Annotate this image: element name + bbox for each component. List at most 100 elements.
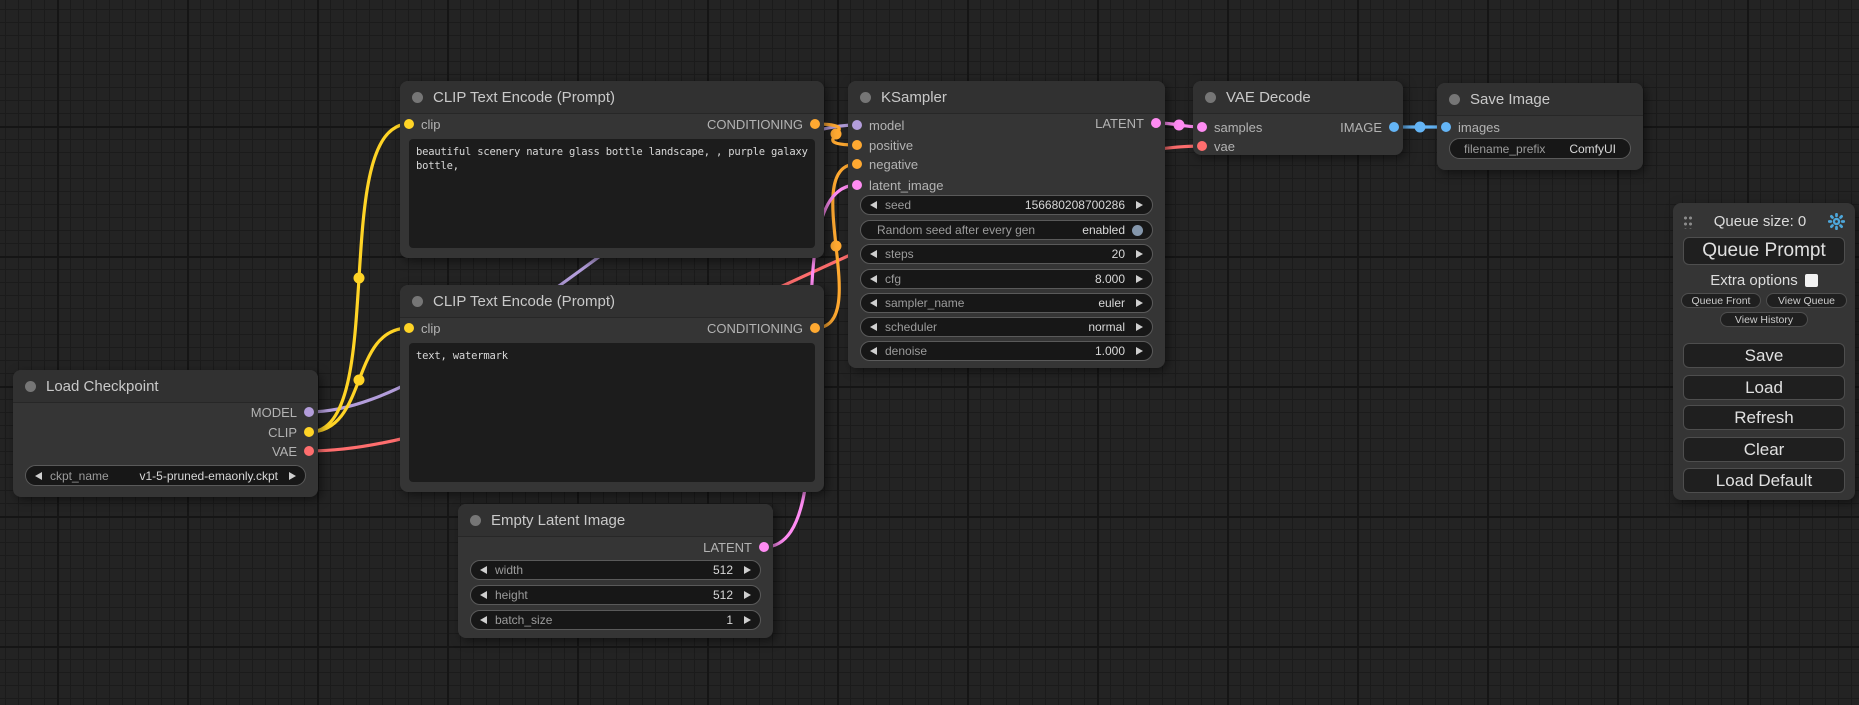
node-clip-text-encode-positive[interactable]: CLIP Text Encode (Prompt) clip CONDITION… [400,81,824,258]
increment-arrow-icon[interactable] [1136,201,1143,209]
decrement-arrow-icon[interactable] [870,201,877,209]
negative-prompt-textarea[interactable]: text, watermark [409,343,815,482]
batch-size-widget[interactable]: batch_size 1 [470,610,761,630]
view-queue-button[interactable]: View Queue [1766,293,1847,308]
load-button[interactable]: Load [1683,375,1845,400]
increment-arrow-icon[interactable] [1136,275,1143,283]
toggle-dot-icon[interactable] [1132,225,1143,236]
decrement-arrow-icon[interactable] [870,275,877,283]
node-ksampler[interactable]: KSampler model positive negative latent_… [848,81,1165,368]
conditioning-port-dot-icon[interactable] [810,323,820,333]
increment-arrow-icon[interactable] [744,566,751,574]
node-title-bar[interactable]: Save Image [1437,83,1643,116]
increment-arrow-icon[interactable] [289,472,296,480]
queue-panel[interactable]: Queue size: 0 Queue Prompt Extra options… [1673,203,1855,500]
increment-arrow-icon[interactable] [1136,250,1143,258]
node-load-checkpoint[interactable]: Load Checkpoint MODEL CLIP VAE ckpt_name… [13,370,318,497]
save-button[interactable]: Save [1683,343,1845,368]
positive-prompt-textarea[interactable]: beautiful scenery nature glass bottle la… [409,139,815,248]
collapse-dot-icon[interactable] [412,296,423,307]
queue-front-button[interactable]: Queue Front [1681,293,1761,308]
extra-options-checkbox[interactable] [1805,274,1818,287]
model-output-port[interactable]: MODEL [251,402,318,422]
decrement-arrow-icon[interactable] [870,250,877,258]
collapse-dot-icon[interactable] [1205,92,1216,103]
increment-arrow-icon[interactable] [1136,347,1143,355]
model-input-port[interactable]: model [848,115,904,135]
conditioning-port-dot-icon[interactable] [810,119,820,129]
seed-widget[interactable]: seed 156680208700286 [860,195,1153,215]
collapse-dot-icon[interactable] [25,381,36,392]
conditioning-output-port[interactable]: CONDITIONING [707,318,824,338]
vae-input-port[interactable]: vae [1193,136,1235,156]
positive-input-port[interactable]: positive [848,135,913,155]
refresh-button[interactable]: Refresh [1683,405,1845,430]
decrement-arrow-icon[interactable] [480,591,487,599]
scheduler-widget[interactable]: scheduler normal [860,317,1153,337]
decrement-arrow-icon[interactable] [480,616,487,624]
decrement-arrow-icon[interactable] [870,347,877,355]
increment-arrow-icon[interactable] [744,591,751,599]
view-history-button[interactable]: View History [1720,312,1808,327]
increment-arrow-icon[interactable] [1136,299,1143,307]
node-title-bar[interactable]: Empty Latent Image [458,504,773,537]
conditioning-output-port[interactable]: CONDITIONING [707,114,824,134]
node-empty-latent-image[interactable]: Empty Latent Image LATENT width 512 heig… [458,504,773,638]
node-title-bar[interactable]: CLIP Text Encode (Prompt) [400,285,824,318]
vae-port-dot-icon[interactable] [304,446,314,456]
filename-prefix-widget[interactable]: filename_prefix ComfyUI [1449,138,1631,159]
node-title-bar[interactable]: Load Checkpoint [13,370,318,403]
queue-prompt-button[interactable]: Queue Prompt [1683,237,1845,265]
height-widget[interactable]: height 512 [470,585,761,605]
collapse-dot-icon[interactable] [470,515,481,526]
random-seed-toggle-widget[interactable]: Random seed after every gen enabled [860,220,1153,240]
clip-input-port[interactable]: clip [400,114,441,134]
cfg-widget[interactable]: cfg 8.000 [860,269,1153,289]
clip-port-dot-icon[interactable] [304,427,314,437]
conditioning-port-dot-icon[interactable] [852,159,862,169]
steps-widget[interactable]: steps 20 [860,244,1153,264]
samples-input-port[interactable]: samples [1193,117,1262,137]
clip-output-port[interactable]: CLIP [268,422,318,442]
image-port-dot-icon[interactable] [1389,122,1399,132]
latent-port-dot-icon[interactable] [1151,118,1161,128]
decrement-arrow-icon[interactable] [870,299,877,307]
node-title-bar[interactable]: VAE Decode [1193,81,1403,114]
latent-image-input-port[interactable]: latent_image [848,175,943,195]
settings-gear-icon[interactable] [1828,213,1845,230]
node-title-bar[interactable]: CLIP Text Encode (Prompt) [400,81,824,114]
latent-output-port[interactable]: LATENT [1095,113,1165,133]
node-title-bar[interactable]: KSampler [848,81,1165,114]
node-vae-decode[interactable]: VAE Decode samples vae IMAGE [1193,81,1403,155]
ckpt-name-widget[interactable]: ckpt_name v1-5-pruned-emaonly.ckpt [25,465,306,486]
latent-output-port[interactable]: LATENT [703,537,773,557]
latent-port-dot-icon[interactable] [1197,122,1207,132]
model-port-dot-icon[interactable] [852,120,862,130]
images-input-port[interactable]: images [1437,117,1500,137]
latent-port-dot-icon[interactable] [852,180,862,190]
collapse-dot-icon[interactable] [860,92,871,103]
drag-handle-icon[interactable] [1683,214,1692,229]
clip-input-port[interactable]: clip [400,318,441,338]
vae-port-dot-icon[interactable] [1197,141,1207,151]
conditioning-port-dot-icon[interactable] [852,140,862,150]
node-save-image[interactable]: Save Image images filename_prefix ComfyU… [1437,83,1643,170]
increment-arrow-icon[interactable] [1136,323,1143,331]
width-widget[interactable]: width 512 [470,560,761,580]
negative-input-port[interactable]: negative [848,154,918,174]
decrement-arrow-icon[interactable] [35,472,42,480]
image-output-port[interactable]: IMAGE [1340,117,1403,137]
collapse-dot-icon[interactable] [1449,94,1460,105]
image-port-dot-icon[interactable] [1441,122,1451,132]
node-clip-text-encode-negative[interactable]: CLIP Text Encode (Prompt) clip CONDITION… [400,285,824,492]
clip-port-dot-icon[interactable] [404,323,414,333]
model-port-dot-icon[interactable] [304,407,314,417]
sampler-name-widget[interactable]: sampler_name euler [860,293,1153,313]
load-default-button[interactable]: Load Default [1683,468,1845,493]
collapse-dot-icon[interactable] [412,92,423,103]
increment-arrow-icon[interactable] [744,616,751,624]
decrement-arrow-icon[interactable] [870,323,877,331]
denoise-widget[interactable]: denoise 1.000 [860,341,1153,361]
decrement-arrow-icon[interactable] [480,566,487,574]
vae-output-port[interactable]: VAE [272,441,318,461]
